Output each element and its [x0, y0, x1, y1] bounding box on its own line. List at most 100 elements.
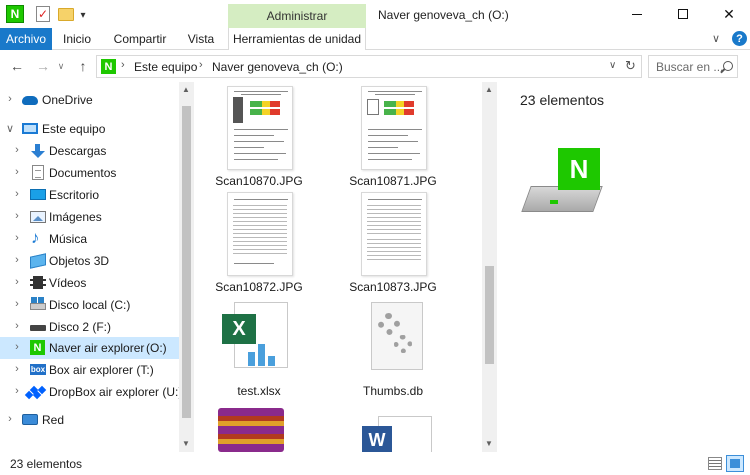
recent-locations-chevron-icon[interactable]: ∨	[56, 58, 66, 74]
item-count: 23 elementos	[520, 92, 605, 108]
pc-icon	[22, 123, 38, 134]
chart-icon	[246, 342, 282, 366]
minimize-button[interactable]	[614, 0, 660, 28]
naver-drive-icon: N	[101, 59, 116, 74]
tab-home[interactable]: Inicio	[52, 28, 102, 50]
expand-chevron-icon[interactable]: ›	[12, 232, 22, 244]
file-item[interactable]: Scan10870.JPG	[196, 86, 322, 192]
scrollbar-thumb[interactable]	[485, 266, 494, 364]
expand-ribbon-icon[interactable]: ∨	[712, 32, 720, 45]
excel-badge-icon: X	[222, 314, 256, 344]
large-icons-view-icon[interactable]	[726, 455, 744, 472]
image-thumbnail	[227, 192, 293, 276]
sidebar-item-network[interactable]: › Red	[0, 409, 180, 431]
contextual-tab-manage[interactable]: Administrar	[228, 4, 366, 28]
scrollbar-thumb[interactable]	[182, 106, 191, 418]
sidebar-item-dropbox[interactable]: › DropBox air explorer (U:)	[0, 381, 182, 403]
navigation-scrollbar[interactable]: ▲ ▼	[179, 82, 194, 452]
back-arrow-icon[interactable]: ←	[8, 58, 26, 74]
local-disk-icon	[30, 297, 46, 310]
expand-chevron-icon[interactable]: ›	[12, 320, 22, 332]
sidebar-item-images[interactable]: › Imágenes	[0, 206, 180, 228]
sidebar-item-label: Documentos	[49, 166, 117, 180]
forward-arrow-icon[interactable]: →	[34, 58, 52, 74]
sidebar-item-desktop[interactable]: › Escritorio	[0, 184, 180, 206]
expand-chevron-icon[interactable]: ›	[12, 254, 22, 266]
content-scrollbar[interactable]: ▲ ▼	[482, 82, 497, 452]
expand-chevron-icon[interactable]: ›	[5, 93, 15, 105]
winrar-icon	[218, 408, 284, 452]
address-bar[interactable]: N › Este equipo › Naver genoveva_ch (O:)…	[96, 55, 642, 78]
file-name: Scan10871.JPG	[349, 174, 437, 188]
sidebar-item-videos[interactable]: › Vídeos	[0, 272, 180, 294]
sidebar-item-onedrive[interactable]: › OneDrive	[0, 89, 180, 111]
quick-access-dropdown-icon[interactable]: ▾	[78, 6, 88, 24]
breadcrumb-current-drive[interactable]: Naver genoveva_ch (O:)	[212, 60, 343, 74]
file-item[interactable]: Thumbs.db	[330, 302, 456, 402]
sidebar-item-label: Box air explorer (T:)	[49, 363, 154, 377]
details-view-icon[interactable]	[708, 457, 722, 470]
search-input[interactable]: Buscar en ...	[648, 55, 738, 78]
status-bar: 23 elementos	[0, 452, 750, 475]
expand-chevron-icon[interactable]: ›	[12, 166, 22, 178]
sidebar-item-music[interactable]: › Música	[0, 228, 180, 250]
desktop-icon	[30, 189, 46, 200]
file-item[interactable]: W	[330, 416, 456, 452]
sidebar-item-box[interactable]: › box Box air explorer (T:)	[0, 359, 180, 381]
naver-app-icon[interactable]: N	[6, 5, 24, 23]
search-placeholder: Buscar en ...	[656, 60, 724, 74]
sidebar-item-label: Naver air explorer	[49, 341, 145, 355]
tab-share[interactable]: Compartir	[104, 28, 176, 50]
file-name: Thumbs.db	[362, 384, 424, 398]
disk-icon	[30, 325, 46, 331]
sidebar-item-label: Vídeos	[49, 276, 87, 290]
expand-chevron-icon[interactable]: ›	[12, 276, 22, 288]
close-button[interactable]: ✕	[706, 0, 750, 28]
expand-chevron-icon[interactable]: ›	[12, 363, 22, 375]
scroll-up-icon[interactable]: ▲	[485, 85, 493, 94]
downloads-icon	[30, 144, 46, 158]
file-item[interactable]: X test.xlsx	[196, 302, 322, 402]
new-folder-icon[interactable]	[58, 8, 74, 21]
sidebar-item-disk-f[interactable]: › Disco 2 (F:)	[0, 316, 180, 338]
help-icon[interactable]: ?	[732, 31, 747, 46]
expand-chevron-icon[interactable]: ›	[12, 210, 22, 222]
expand-chevron-icon[interactable]: ›	[12, 188, 22, 200]
collapse-chevron-icon[interactable]: ∨	[5, 122, 15, 135]
tab-file[interactable]: Archivo	[0, 28, 52, 50]
sidebar-item-documents[interactable]: › Documentos	[0, 162, 180, 184]
sidebar-item-naver[interactable]: › N Naver air explorer (O:)	[0, 337, 180, 359]
tab-view[interactable]: Vista	[178, 28, 224, 50]
properties-icon[interactable]: ✓	[36, 6, 50, 22]
sidebar-item-3d-objects[interactable]: › Objetos 3D	[0, 250, 180, 272]
breadcrumb-chevron-icon[interactable]: ›	[121, 59, 125, 71]
scroll-up-icon[interactable]: ▲	[182, 85, 190, 94]
up-arrow-icon[interactable]: ↑	[74, 58, 92, 74]
file-name: test.xlsx	[237, 384, 281, 398]
file-item[interactable]: Scan10872.JPG	[196, 192, 322, 298]
expand-chevron-icon[interactable]: ›	[12, 298, 22, 310]
sidebar-item-label: OneDrive	[42, 93, 93, 107]
breadcrumb-chevron-icon[interactable]: ›	[199, 59, 203, 71]
file-item[interactable]: Scan10873.JPG	[330, 192, 456, 298]
expand-chevron-icon[interactable]: ›	[12, 341, 22, 353]
expand-chevron-icon[interactable]: ›	[12, 385, 22, 397]
sidebar-item-downloads[interactable]: › Descargas	[0, 140, 180, 162]
maximize-button[interactable]	[660, 0, 706, 28]
breadcrumb-this-pc[interactable]: Este equipo	[134, 60, 197, 74]
navigation-pane: › OneDrive ∨ Este equipo › Descargas › D…	[0, 82, 195, 452]
expand-chevron-icon[interactable]: ›	[5, 413, 15, 425]
tab-drive-tools[interactable]: Herramientas de unidad	[228, 28, 366, 50]
sidebar-item-label: Música	[49, 232, 88, 246]
sidebar-item-this-pc[interactable]: ∨ Este equipo	[0, 118, 180, 140]
refresh-icon[interactable]: ↻	[625, 58, 636, 74]
expand-chevron-icon[interactable]: ›	[12, 144, 22, 156]
image-thumbnail	[361, 86, 427, 170]
scroll-down-icon[interactable]: ▼	[182, 439, 190, 448]
scroll-down-icon[interactable]: ▼	[485, 439, 493, 448]
sidebar-item-local-disk-c[interactable]: › Disco local (C:)	[0, 294, 180, 316]
file-item[interactable]: Scan10871.JPG	[330, 86, 456, 192]
file-name: Scan10872.JPG	[215, 280, 303, 294]
file-item[interactable]	[196, 408, 322, 452]
address-dropdown-icon[interactable]: ∨	[609, 60, 616, 71]
